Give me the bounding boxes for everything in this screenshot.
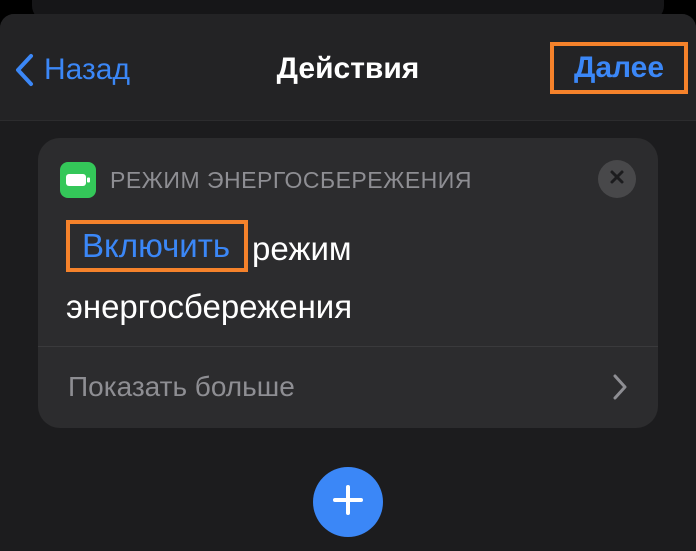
action-description: Включить режим энергосбережения <box>66 220 626 336</box>
back-button[interactable]: Назад <box>14 50 130 90</box>
plus-icon <box>332 484 364 521</box>
action-card: РЕЖИМ ЭНЕРГОСБЕРЕЖЕНИЯ Включить режим эне… <box>38 138 658 428</box>
battery-icon <box>60 162 96 198</box>
show-more-label: Показать больше <box>68 371 295 402</box>
next-button[interactable]: Далее <box>550 42 688 94</box>
parameter-toggle-button[interactable]: Включить <box>66 220 249 272</box>
chevron-left-icon <box>14 53 34 87</box>
close-icon <box>609 169 625 190</box>
show-more-row[interactable]: Показать больше <box>38 347 658 428</box>
back-button-label: Назад <box>44 53 130 86</box>
navigation-bar: Назад Действия Далее <box>0 14 696 121</box>
add-action-button[interactable] <box>313 467 383 537</box>
action-category: РЕЖИМ ЭНЕРГОСБЕРЕЖЕНИЯ <box>110 166 472 193</box>
chevron-right-icon <box>612 373 628 406</box>
remove-action-button[interactable] <box>598 160 636 198</box>
card-header: РЕЖИМ ЭНЕРГОСБЕРЕЖЕНИЯ <box>60 162 472 198</box>
shortcuts-screen: Назад Действия Далее РЕЖИМ ЭНЕРГОСБЕРЕЖЕ… <box>0 0 696 551</box>
